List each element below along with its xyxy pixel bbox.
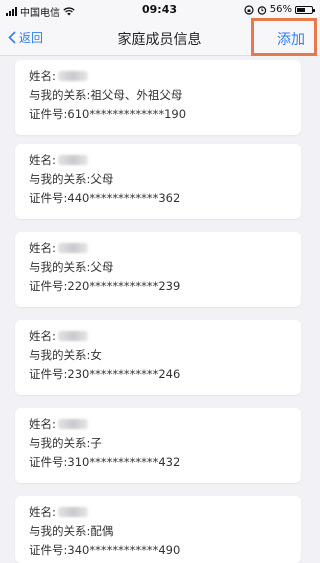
name-value-redacted — [57, 419, 88, 429]
relation-value: 祖父母、外祖父母 — [90, 88, 183, 102]
relation-row: 与我的关系: 子 — [29, 435, 102, 451]
relation-row: 与我的关系: 女 — [29, 347, 102, 363]
id-value: 220************239 — [67, 279, 181, 293]
status-bar: 中国电信 09:43 56% — [0, 0, 319, 20]
name-value-redacted — [57, 155, 88, 165]
name-row: 姓名: — [29, 68, 88, 84]
member-card[interactable]: 姓名: 与我的关系: 女 证件号: 230************246 — [15, 320, 301, 395]
relation-value: 父母 — [90, 260, 114, 274]
name-label: 姓名: — [29, 153, 56, 167]
member-card[interactable]: 姓名: 与我的关系: 祖父母、外祖父母 证件号: 610*************1… — [15, 60, 301, 135]
member-card[interactable]: 姓名: 与我的关系: 父母 证件号: 440************362 — [15, 144, 301, 219]
nav-bar: 返回 家庭成员信息 添加 — [0, 18, 319, 56]
id-value: 440************362 — [67, 191, 181, 205]
name-label: 姓名: — [29, 417, 56, 431]
battery-icon — [295, 5, 315, 14]
member-card[interactable]: 姓名: 与我的关系: 父母 证件号: 220************239 — [15, 232, 301, 307]
id-value: 610*************190 — [67, 107, 187, 121]
relation-row: 与我的关系: 父母 — [29, 171, 113, 187]
relation-label: 与我的关系: — [29, 524, 91, 538]
name-label: 姓名: — [29, 329, 56, 343]
name-row: 姓名: — [29, 416, 88, 432]
id-value: 230************246 — [67, 367, 181, 381]
id-row: 证件号: 220************239 — [29, 278, 180, 294]
relation-label: 与我的关系: — [29, 88, 91, 102]
relation-label: 与我的关系: — [29, 348, 91, 362]
id-row: 证件号: 610*************190 — [29, 106, 186, 122]
id-label: 证件号: — [29, 367, 68, 381]
relation-value: 父母 — [90, 172, 114, 186]
name-value-redacted — [57, 507, 88, 517]
name-value-redacted — [57, 71, 88, 81]
relation-value: 女 — [90, 348, 102, 362]
name-label: 姓名: — [29, 505, 56, 519]
name-value-redacted — [57, 331, 88, 341]
relation-value: 子 — [90, 436, 102, 450]
name-row: 姓名: — [29, 240, 88, 256]
alarm-icon — [257, 5, 266, 15]
relation-row: 与我的关系: 配偶 — [29, 523, 113, 539]
relation-row: 与我的关系: 父母 — [29, 259, 113, 275]
id-row: 证件号: 440************362 — [29, 190, 180, 206]
relation-label: 与我的关系: — [29, 172, 91, 186]
id-row: 证件号: 310************432 — [29, 454, 180, 470]
name-label: 姓名: — [29, 69, 56, 83]
name-value-redacted — [57, 243, 88, 253]
id-label: 证件号: — [29, 455, 68, 469]
name-row: 姓名: — [29, 152, 88, 168]
id-label: 证件号: — [29, 107, 68, 121]
member-card[interactable]: 姓名: 与我的关系: 子 证件号: 310************432 — [15, 408, 301, 483]
relation-row: 与我的关系: 祖父母、外祖父母 — [29, 87, 182, 103]
id-label: 证件号: — [29, 191, 68, 205]
name-row: 姓名: — [29, 504, 88, 520]
relation-label: 与我的关系: — [29, 436, 91, 450]
name-label: 姓名: — [29, 241, 56, 255]
id-label: 证件号: — [29, 543, 68, 557]
id-value: 340************490 — [67, 543, 181, 557]
relation-label: 与我的关系: — [29, 260, 91, 274]
lock-rotation-icon — [244, 4, 254, 15]
relation-value: 配偶 — [90, 524, 114, 538]
id-row: 证件号: 340************490 — [29, 542, 180, 558]
status-right: 56% — [244, 4, 315, 15]
add-button[interactable]: 添加 — [277, 29, 305, 49]
id-row: 证件号: 230************246 — [29, 366, 180, 382]
id-value: 310************432 — [67, 455, 181, 469]
name-row: 姓名: — [29, 328, 88, 344]
id-label: 证件号: — [29, 279, 68, 293]
member-card[interactable]: 姓名: 与我的关系: 配偶 证件号: 340************490 — [15, 496, 301, 563]
battery-percent: 56% — [269, 4, 292, 15]
